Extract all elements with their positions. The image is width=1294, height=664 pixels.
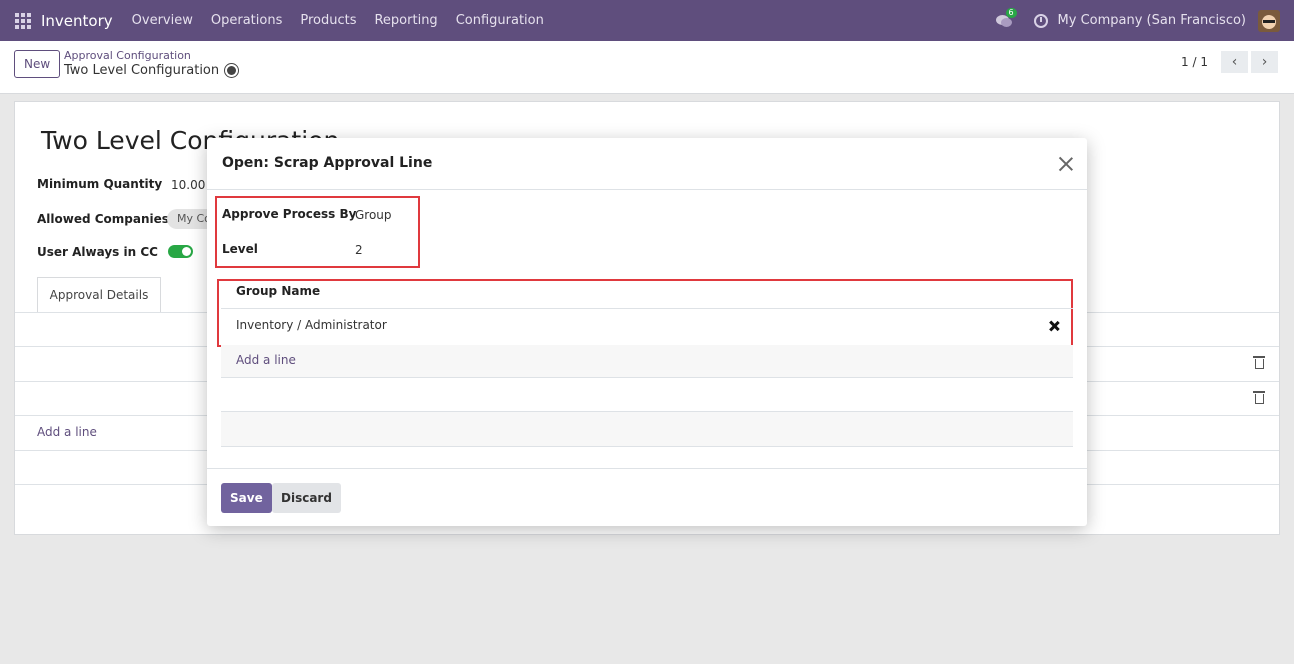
modal-header: Open: Scrap Approval Line <box>207 138 1087 190</box>
table-header-divider <box>221 308 1073 309</box>
level-label: Level <box>222 242 258 256</box>
discard-button[interactable]: Discard <box>272 483 341 513</box>
approve-by-value[interactable]: Group <box>355 208 392 222</box>
add-line-link[interactable]: Add a line <box>236 353 296 367</box>
approve-by-label: Approve Process By <box>222 207 357 221</box>
add-line-row <box>221 345 1073 377</box>
highlight-box-table <box>217 279 1073 347</box>
scrap-approval-line-dialog: Open: Scrap Approval Line Approve Proces… <box>207 138 1087 526</box>
row-divider <box>221 377 1073 378</box>
modal-footer: Save Discard <box>207 468 1087 526</box>
remove-row-icon[interactable] <box>1049 321 1059 331</box>
column-header-group-name[interactable]: Group Name <box>236 284 320 298</box>
row-divider <box>221 446 1073 447</box>
level-value[interactable]: 2 <box>355 243 363 257</box>
close-icon[interactable] <box>1058 156 1074 172</box>
empty-row <box>221 412 1073 446</box>
table-cell-group-name[interactable]: Inventory / Administrator <box>236 318 387 332</box>
modal-title: Open: Scrap Approval Line <box>222 155 433 171</box>
save-button[interactable]: Save <box>221 483 272 513</box>
